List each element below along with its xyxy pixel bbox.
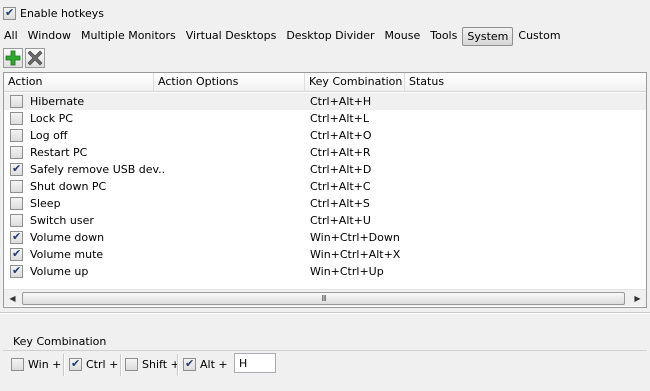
separator (177, 354, 179, 376)
group-divider (3, 350, 647, 351)
tab-system[interactable]: System (462, 27, 514, 46)
list-item[interactable]: Hibernate Ctrl+Alt+H (4, 93, 646, 110)
action-name: Volume mute (30, 248, 104, 261)
ctrl-modifier-checkbox[interactable]: Ctrl + (69, 357, 118, 372)
win-modifier-box[interactable] (11, 358, 24, 371)
row-enable-checkbox[interactable] (10, 264, 23, 278)
key-combination-value: Ctrl+Alt+C (310, 180, 371, 193)
row-enable-checkbox[interactable] (10, 214, 23, 227)
category-tabs: All Window Multiple Monitors Virtual Des… (0, 27, 566, 46)
action-name: Safely remove USB dev... (30, 163, 165, 176)
ctrl-modifier-label: Ctrl + (86, 358, 119, 371)
key-combination-value: Win+Ctrl+Alt+X (310, 248, 401, 261)
win-modifier-label: Win + (28, 358, 62, 371)
shift-modifier-checkbox[interactable]: Shift + (125, 357, 180, 372)
key-combination-value: Ctrl+Alt+L (310, 112, 370, 125)
scroll-right-arrow-icon[interactable]: ▶ (629, 290, 646, 307)
tab-multiple-monitors[interactable]: Multiple Monitors (76, 27, 181, 46)
tab-mouse[interactable]: Mouse (380, 27, 426, 46)
x-icon (27, 50, 43, 66)
action-name: Switch user (30, 214, 94, 227)
action-name: Lock PC (30, 112, 73, 125)
win-modifier-checkbox[interactable]: Win + (11, 357, 61, 372)
key-combination-value: Win+Ctrl+Down (310, 231, 400, 244)
tab-tools[interactable]: Tools (425, 27, 462, 46)
alt-modifier-box[interactable] (183, 357, 196, 371)
tab-custom[interactable]: Custom (513, 27, 565, 46)
action-name: Shut down PC (30, 180, 107, 193)
key-combination-value: Ctrl+Alt+S (310, 197, 370, 210)
column-header-key-combination[interactable]: Key Combination (305, 73, 405, 92)
action-name: Sleep (30, 197, 61, 210)
enable-hotkeys-checkbox[interactable]: Enable hotkeys (3, 6, 104, 21)
ctrl-modifier-box[interactable] (69, 357, 82, 371)
row-enable-checkbox[interactable] (10, 129, 23, 142)
list-rows: Hibernate Ctrl+Alt+H Lock PC Ctrl+Alt+L Log … (4, 93, 646, 280)
list-item[interactable]: Volume down Win+Ctrl+Down (4, 229, 646, 246)
list-item[interactable]: Sleep Ctrl+Alt+S (4, 195, 646, 212)
column-header-action-options[interactable]: Action Options (154, 73, 305, 92)
list-header: Action Action Options Key Combination St… (4, 73, 646, 92)
list-item[interactable]: Shut down PC Ctrl+Alt+C (4, 178, 646, 195)
row-enable-checkbox[interactable] (10, 180, 23, 193)
key-combination-title: Key Combination (13, 335, 107, 348)
alt-modifier-checkbox[interactable]: Alt + (183, 357, 228, 372)
key-combination-value: Ctrl+Alt+R (310, 146, 371, 159)
enable-hotkeys-label: Enable hotkeys (20, 7, 104, 20)
list-item[interactable]: Volume up Win+Ctrl+Up (4, 263, 646, 280)
scrollbar-thumb[interactable]: III (22, 292, 625, 305)
row-enable-checkbox[interactable] (10, 95, 23, 108)
action-name: Log off (30, 129, 68, 142)
list-item[interactable]: Switch user Ctrl+Alt+U (4, 212, 646, 229)
action-name: Hibernate (30, 95, 85, 108)
hotkey-list: Action Action Options Key Combination St… (3, 72, 647, 308)
tab-desktop-divider[interactable]: Desktop Divider (281, 27, 379, 46)
key-combination-value: Ctrl+Alt+D (310, 163, 372, 176)
tab-all[interactable]: All (0, 27, 23, 46)
delete-hotkey-button[interactable] (25, 48, 45, 68)
key-combination-value: Ctrl+Alt+O (310, 129, 372, 142)
column-header-action[interactable]: Action (4, 73, 154, 92)
scroll-left-arrow-icon[interactable]: ◀ (4, 290, 21, 307)
separator (63, 354, 65, 376)
list-item[interactable]: Volume mute Win+Ctrl+Alt+X (4, 246, 646, 263)
row-enable-checkbox[interactable] (10, 112, 23, 125)
list-item[interactable]: Restart PC Ctrl+Alt+R (4, 144, 646, 161)
horizontal-scrollbar[interactable]: ◀ III ▶ (4, 289, 646, 306)
row-enable-checkbox[interactable] (10, 197, 23, 210)
key-combination-value: Win+Ctrl+Up (310, 265, 384, 278)
alt-modifier-label: Alt + (200, 358, 228, 371)
list-item[interactable]: Log off Ctrl+Alt+O (4, 127, 646, 144)
key-combination-group: Key Combination Win + Ctrl + Shift + Alt… (3, 333, 647, 385)
tab-virtual-desktops[interactable]: Virtual Desktops (181, 27, 282, 46)
separator (120, 354, 122, 376)
add-hotkey-button[interactable] (3, 48, 23, 68)
toolbar (3, 48, 45, 70)
list-item[interactable]: Lock PC Ctrl+Alt+L (4, 110, 646, 127)
row-enable-checkbox[interactable] (10, 247, 23, 261)
shift-modifier-label: Shift + (142, 358, 180, 371)
row-enable-checkbox[interactable] (10, 230, 23, 244)
enable-hotkeys-box[interactable] (3, 6, 16, 20)
action-name: Volume up (30, 265, 89, 278)
key-input[interactable] (234, 353, 276, 373)
panel-splitter[interactable] (0, 312, 650, 314)
row-enable-checkbox[interactable] (10, 162, 23, 176)
action-name: Volume down (30, 231, 105, 244)
column-header-status[interactable]: Status (405, 73, 646, 92)
shift-modifier-box[interactable] (125, 358, 138, 371)
row-enable-checkbox[interactable] (10, 146, 23, 159)
action-name: Restart PC (30, 146, 88, 159)
key-combination-value: Ctrl+Alt+H (310, 95, 372, 108)
list-item[interactable]: Safely remove USB dev... Ctrl+Alt+D (4, 161, 646, 178)
tab-window[interactable]: Window (23, 27, 76, 46)
plus-icon (5, 50, 21, 66)
key-combination-value: Ctrl+Alt+U (310, 214, 371, 227)
scrollbar-grip: III (321, 294, 326, 303)
